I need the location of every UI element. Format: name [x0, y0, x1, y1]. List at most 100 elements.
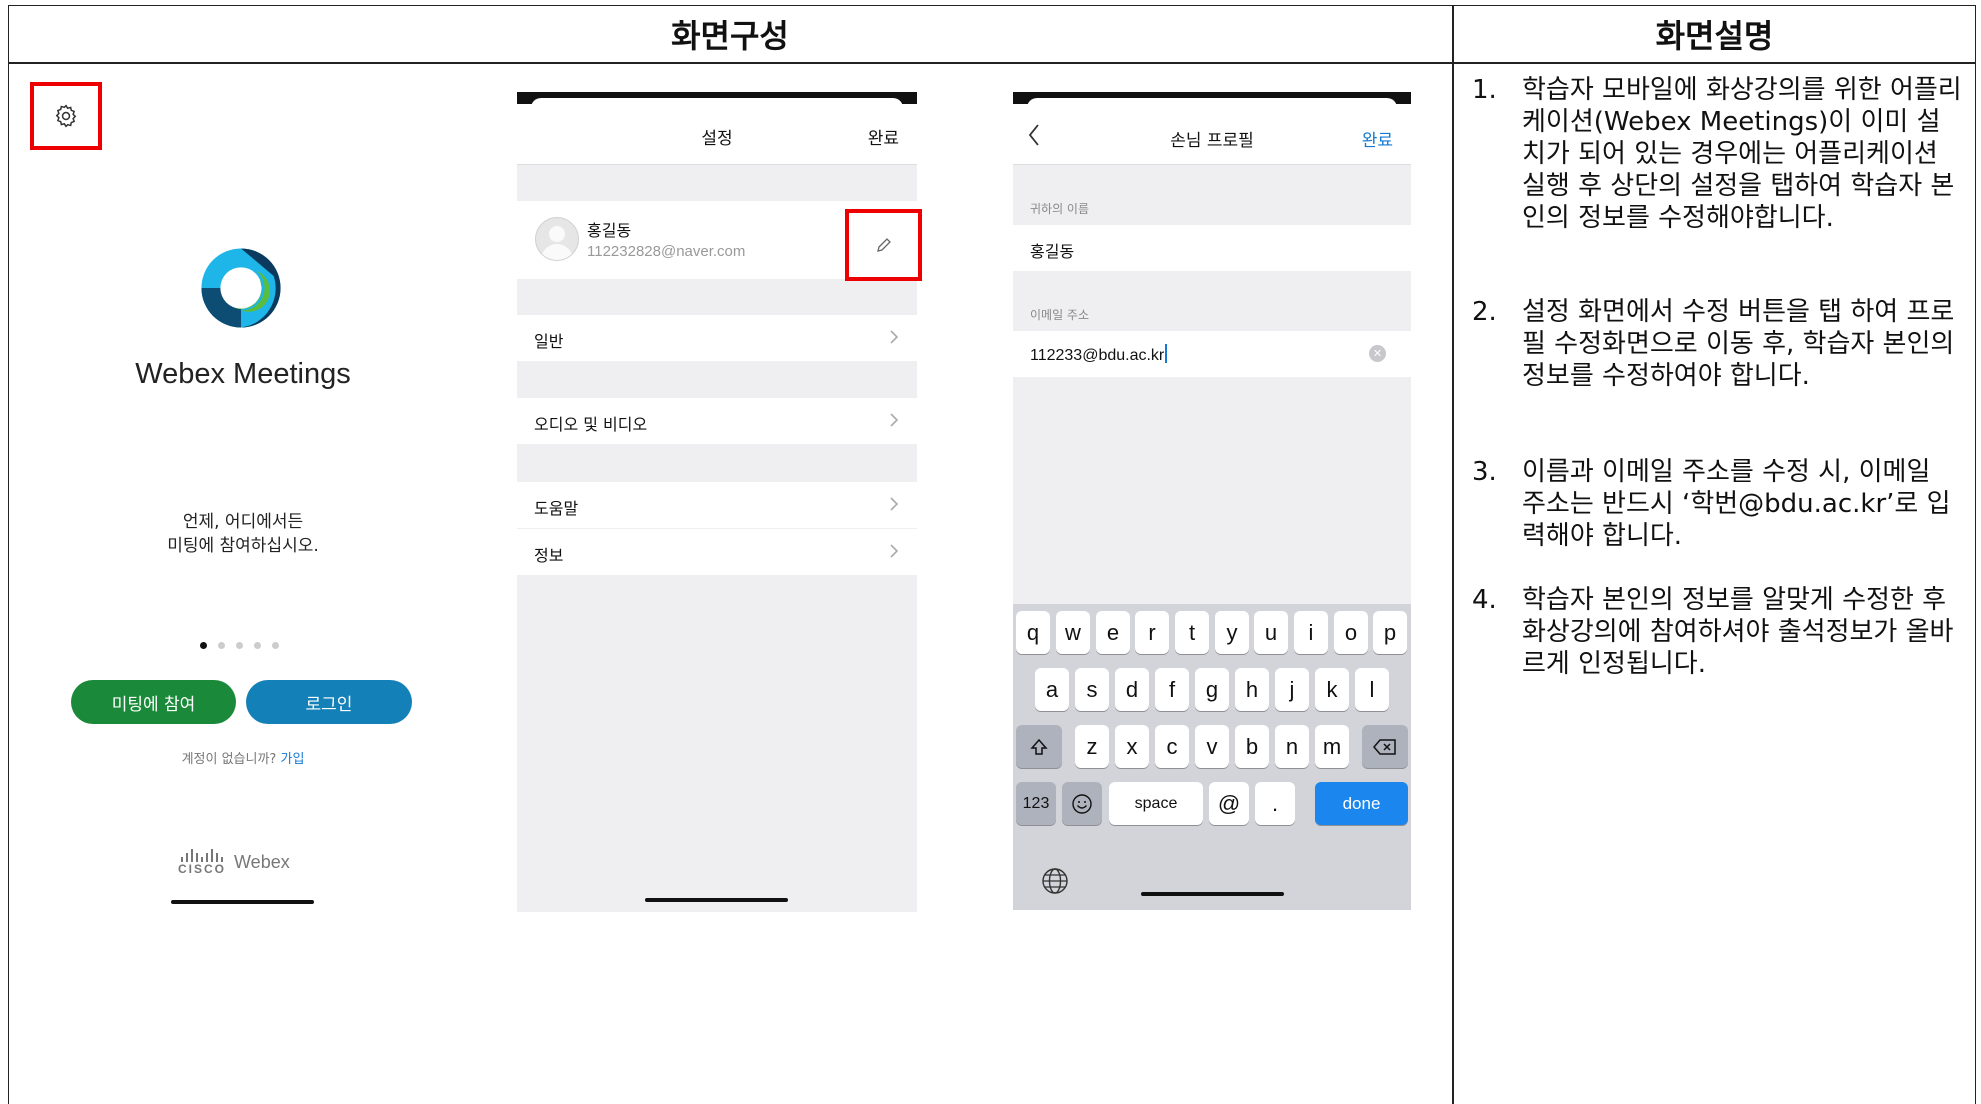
cisco-webex-footer: CISCO Webex	[178, 848, 290, 876]
email-field-value-wrap: 112233@bdu.ac.kr	[1030, 344, 1168, 365]
keyboard-row-1: q w e r t y u i o p	[1013, 611, 1411, 654]
settings-item-general[interactable]: 일반	[517, 315, 917, 361]
key-k[interactable]: k	[1315, 668, 1349, 711]
key-d[interactable]: d	[1115, 668, 1149, 711]
key-w[interactable]: w	[1056, 611, 1090, 654]
profile-nav-bar: 손님 프로필 완료	[1013, 104, 1411, 165]
key-r[interactable]: r	[1135, 611, 1169, 654]
key-n[interactable]: n	[1275, 725, 1309, 768]
guest-profile-screen: 손님 프로필 완료 귀하의 이름 홍길동 이메일 주소 112233@bdu.a…	[1013, 92, 1411, 910]
key-m[interactable]: m	[1315, 725, 1349, 768]
key-i[interactable]: i	[1294, 611, 1328, 654]
key-g[interactable]: g	[1195, 668, 1229, 711]
tagline-line-2: 미팅에 참여하십시오.	[167, 536, 319, 556]
page-indicator	[200, 642, 279, 649]
description-number: 3.	[1472, 457, 1497, 487]
email-field[interactable]: 112233@bdu.ac.kr ✕	[1013, 331, 1411, 377]
home-indicator	[645, 898, 788, 902]
chevron-right-icon	[890, 497, 899, 511]
key-u[interactable]: u	[1254, 611, 1288, 654]
signup-prompt: 계정이 없습니까? 가입	[28, 748, 458, 767]
backspace-key[interactable]	[1362, 725, 1408, 768]
emoji-icon	[1072, 793, 1092, 814]
header-divider	[8, 62, 1976, 64]
key-y[interactable]: y	[1215, 611, 1249, 654]
profile-done-button[interactable]: 완료	[1362, 126, 1393, 151]
key-h[interactable]: h	[1235, 668, 1269, 711]
done-key[interactable]: done	[1315, 782, 1408, 825]
key-o[interactable]: o	[1334, 611, 1368, 654]
globe-icon[interactable]	[1040, 866, 1070, 896]
chevron-right-icon	[890, 413, 899, 427]
space-key[interactable]: space	[1109, 782, 1203, 825]
key-v[interactable]: v	[1195, 725, 1229, 768]
description-number: 4.	[1472, 585, 1497, 615]
settings-done-button[interactable]: 완료	[868, 124, 899, 149]
shift-key[interactable]	[1016, 725, 1062, 768]
join-meeting-button[interactable]: 미팅에 참여	[71, 680, 236, 724]
no-account-text: 계정이 없습니까?	[181, 752, 277, 767]
at-key[interactable]: @	[1209, 782, 1249, 825]
profile-email: 112232828@naver.com	[587, 243, 746, 260]
chevron-right-icon	[890, 544, 899, 558]
email-field-label: 이메일 주소	[1030, 308, 1090, 322]
webex-launch-screen: Webex Meetings 언제, 어디에서든 미팅에 참여하십시오. 미팅에…	[28, 80, 448, 920]
key-f[interactable]: f	[1155, 668, 1189, 711]
keyboard-row-4: 123 space @ . done	[1013, 782, 1411, 825]
settings-title: 설정	[701, 129, 733, 149]
cisco-wordmark: CISCO	[178, 862, 227, 876]
tagline-line-1: 언제, 어디에서든	[182, 512, 304, 532]
page-dot	[236, 642, 243, 649]
key-l[interactable]: l	[1355, 668, 1389, 711]
shift-icon	[1030, 738, 1048, 755]
settings-item-help[interactable]: 도움말	[517, 482, 917, 528]
key-q[interactable]: q	[1016, 611, 1050, 654]
key-x[interactable]: x	[1115, 725, 1149, 768]
text-cursor	[1165, 344, 1168, 363]
settings-item-label: 일반	[534, 332, 564, 351]
key-p[interactable]: p	[1373, 611, 1407, 654]
avatar	[535, 217, 579, 261]
name-field-value: 홍길동	[1030, 244, 1075, 261]
dot-key[interactable]: .	[1255, 782, 1295, 825]
description-number: 2.	[1472, 297, 1497, 327]
home-indicator	[171, 900, 314, 904]
description-number: 1.	[1472, 75, 1497, 105]
key-z[interactable]: z	[1075, 725, 1109, 768]
emoji-key[interactable]	[1062, 782, 1102, 825]
key-j[interactable]: j	[1275, 668, 1309, 711]
pencil-icon[interactable]	[874, 235, 894, 255]
settings-button-highlight[interactable]	[30, 82, 102, 150]
app-name: Webex Meetings	[135, 358, 351, 390]
edit-profile-button-highlight[interactable]	[845, 209, 922, 281]
key-s[interactable]: s	[1075, 668, 1109, 711]
tagline: 언제, 어디에서든 미팅에 참여하십시오.	[28, 510, 458, 558]
settings-item-about[interactable]: 정보	[517, 529, 917, 575]
profile-title: 손님 프로필	[1170, 131, 1254, 151]
login-button[interactable]: 로그인	[246, 680, 412, 724]
clear-icon[interactable]: ✕	[1369, 345, 1386, 362]
description-text: 학습자 본인의 정보를 알맞게 수정한 후 화상강의에 참여하셔야 출석정보가 …	[1522, 585, 1954, 679]
gear-icon[interactable]	[53, 103, 79, 129]
key-b[interactable]: b	[1235, 725, 1269, 768]
description-text: 설정 화면에서 수정 버튼을 탭 하여 프로필 수정화면으로 이동 후, 학습자…	[1522, 297, 1955, 391]
key-c[interactable]: c	[1155, 725, 1189, 768]
settings-nav-bar: 설정 완료	[517, 104, 917, 165]
keyboard-row-2: a s d f g h j k l	[1013, 668, 1411, 711]
key-t[interactable]: t	[1175, 611, 1209, 654]
settings-item-audio-video[interactable]: 오디오 및 비디오	[517, 398, 917, 444]
header-screen-layout: 화면구성	[671, 16, 789, 55]
signup-link[interactable]: 가입	[280, 752, 304, 767]
settings-item-label: 정보	[534, 546, 564, 565]
description-text: 이름과 이메일 주소를 수정 시, 이메일 주소는 반드시 ‘학번@bdu.ac…	[1522, 457, 1951, 551]
name-field[interactable]: 홍길동	[1013, 225, 1411, 271]
numbers-key[interactable]: 123	[1016, 782, 1056, 825]
email-field-value: 112233@bdu.ac.kr	[1030, 347, 1165, 364]
profile-name: 홍길동	[587, 221, 632, 240]
page-dot-active	[200, 642, 207, 649]
key-e[interactable]: e	[1096, 611, 1130, 654]
column-divider	[1452, 5, 1454, 1104]
chevron-right-icon	[890, 330, 899, 344]
key-a[interactable]: a	[1035, 668, 1069, 711]
webex-logo-icon	[201, 248, 281, 328]
